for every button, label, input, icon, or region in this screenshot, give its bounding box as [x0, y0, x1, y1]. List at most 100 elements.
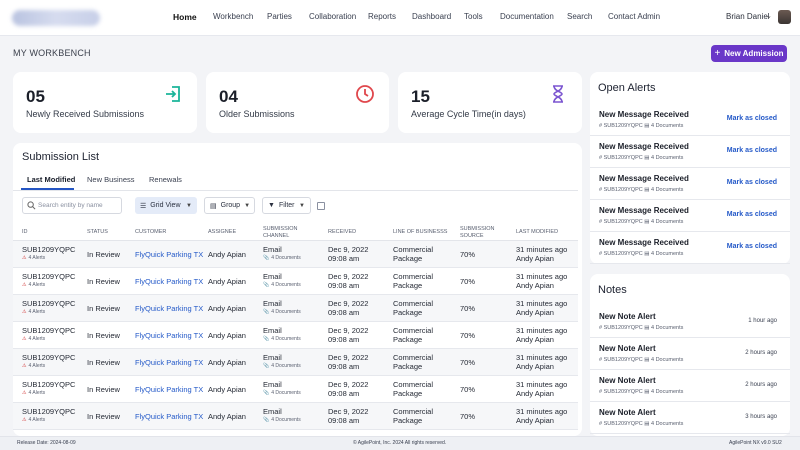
chevron-down-icon[interactable]: ⌄	[766, 12, 772, 20]
mark-as-closed-button[interactable]: Mark as closed	[727, 243, 777, 250]
bell-icon: ⚠	[22, 255, 27, 261]
nav-contact-admin[interactable]: Contact Admin	[608, 12, 660, 21]
alert-title: New Message Received	[599, 142, 689, 151]
search-input[interactable]: Search entity by name	[22, 197, 122, 214]
column-header-line-of-business[interactable]: LINE OF BUSINESSS	[393, 229, 447, 236]
note-docs: 4 Documents	[650, 325, 684, 331]
alert-item[interactable]: New Message Received # SUB1209YQPC ▤ 4 Do…	[590, 168, 790, 200]
line-of-business: Commercial	[393, 407, 434, 416]
filter-dropdown[interactable]: ▼ Filter ▼	[262, 197, 311, 214]
customer-link[interactable]: FlyQuick Parking TX	[135, 358, 203, 367]
grid-view-label: Grid View	[150, 202, 181, 209]
nav-documentation[interactable]: Documentation	[500, 12, 554, 21]
nav-reports[interactable]: Reports	[368, 12, 396, 21]
customer-link[interactable]: FlyQuick Parking TX	[135, 412, 203, 421]
tab-last-modified[interactable]: Last Modified	[27, 175, 75, 184]
status: In Review	[87, 304, 120, 313]
note-title: New Note Alert	[599, 376, 656, 385]
last-modified: 31 minutes ago	[516, 353, 568, 362]
customer-link[interactable]: FlyQuick Parking TX	[135, 331, 203, 340]
alert-docs: 4 Documents	[650, 155, 684, 161]
nav-collaboration[interactable]: Collaboration	[309, 12, 356, 21]
line-of-business: Commercial	[393, 245, 434, 254]
received-time: 09:08 am	[328, 308, 360, 317]
nav-home[interactable]: Home	[173, 12, 197, 22]
channel: Email	[263, 407, 282, 416]
table-row[interactable]: SUB1209YQPC ⚠ 4 Alerts In Review FlyQuick Pa…	[13, 268, 578, 295]
alerts-count: ⚠ 4 Alerts	[22, 363, 45, 369]
table-row[interactable]: SUB1209YQPC ⚠ 4 Alerts In Review FlyQuick Pa…	[13, 295, 578, 322]
column-header-last-modified[interactable]: LAST MODIFIED	[516, 229, 558, 236]
note-item[interactable]: New Note Alert # SUB1209YQPC ▤ 4 Document…	[590, 402, 790, 434]
user-name[interactable]: Brian Daniel	[726, 12, 770, 21]
alert-item[interactable]: New Message Received # SUB1209YQPC ▤ 4 Do…	[590, 104, 790, 136]
mark-as-closed-button[interactable]: Mark as closed	[727, 147, 777, 154]
group-dropdown[interactable]: ▤ Group ▼	[204, 197, 255, 214]
column-header-received[interactable]: RECEIVED	[328, 229, 356, 236]
received-date: Dec 9, 2022	[328, 326, 369, 335]
table-row[interactable]: SUB1209YQPC ⚠ 4 Alerts In Review FlyQuick Pa…	[13, 349, 578, 376]
submission-id[interactable]: SUB1209YQPC	[22, 407, 75, 416]
mark-as-closed-button[interactable]: Mark as closed	[727, 179, 777, 186]
submission-source: 70%	[460, 304, 476, 313]
alert-item[interactable]: New Message Received # SUB1209YQPC ▤ 4 Do…	[590, 200, 790, 232]
status: In Review	[87, 412, 120, 421]
customer-link[interactable]: FlyQuick Parking TX	[135, 250, 203, 259]
received-date: Dec 9, 2022	[328, 245, 369, 254]
alert-docs: 4 Documents	[650, 219, 684, 225]
status: In Review	[87, 358, 120, 367]
select-all-checkbox[interactable]	[317, 202, 325, 210]
nav-tools[interactable]: Tools	[464, 12, 483, 21]
alert-title: New Message Received	[599, 110, 689, 119]
note-item[interactable]: New Note Alert # SUB1209YQPC ▤ 4 Document…	[590, 338, 790, 370]
nav-parties[interactable]: Parties	[267, 12, 292, 21]
alert-item[interactable]: New Message Received # SUB1209YQPC ▤ 4 Do…	[590, 232, 790, 264]
note-item[interactable]: New Note Alert # SUB1209YQPC ▤ 4 Document…	[590, 306, 790, 338]
nav-search[interactable]: Search	[567, 12, 592, 21]
group-icon: ▤	[210, 202, 217, 210]
line-of-business: Commercial	[393, 353, 434, 362]
customer-link[interactable]: FlyQuick Parking TX	[135, 277, 203, 286]
channel: Email	[263, 380, 282, 389]
table-row[interactable]: SUB1209YQPC ⚠ 4 Alerts In Review FlyQuick Pa…	[13, 241, 578, 268]
paperclip-icon: 📎	[263, 390, 270, 396]
column-header-assignee[interactable]: ASSIGNEE	[208, 229, 236, 236]
chevron-down-icon: ▼	[186, 202, 192, 209]
submission-id[interactable]: SUB1209YQPC	[22, 326, 75, 335]
column-header-id[interactable]: ID	[22, 229, 28, 236]
alert-docs: 4 Documents	[650, 123, 684, 129]
table-row[interactable]: SUB1209YQPC ⚠ 4 Alerts In Review FlyQuick Pa…	[13, 376, 578, 403]
submission-source: 70%	[460, 385, 476, 394]
table-row[interactable]: SUB1209YQPC ⚠ 4 Alerts In Review FlyQuick Pa…	[13, 403, 578, 430]
line-of-business-sub: Package	[393, 281, 423, 290]
mark-as-closed-button[interactable]: Mark as closed	[727, 211, 777, 218]
logo[interactable]	[12, 10, 100, 26]
column-header-source[interactable]: SUBMISSION SOURCE	[460, 226, 500, 240]
stat-card-cycle-time[interactable]: 15 Average Cycle Time(in days)	[398, 72, 582, 133]
received-time: 09:08 am	[328, 389, 360, 398]
submission-id[interactable]: SUB1209YQPC	[22, 245, 75, 254]
customer-link[interactable]: FlyQuick Parking TX	[135, 304, 203, 313]
tab-new-business[interactable]: New Business	[87, 175, 135, 184]
mark-as-closed-button[interactable]: Mark as closed	[727, 115, 777, 122]
column-header-channel[interactable]: SUBMISSION CHANNEL	[263, 226, 307, 240]
column-header-status[interactable]: STATUS	[87, 229, 108, 236]
submission-id[interactable]: SUB1209YQPC	[22, 299, 75, 308]
tab-renewals[interactable]: Renewals	[149, 175, 182, 184]
note-item[interactable]: New Note Alert # SUB1209YQPC ▤ 4 Document…	[590, 370, 790, 402]
column-header-customer[interactable]: CUSTOMER	[135, 229, 166, 236]
avatar[interactable]	[778, 10, 791, 24]
submission-id[interactable]: SUB1209YQPC	[22, 380, 75, 389]
stat-card-older-submissions[interactable]: 04 Older Submissions	[206, 72, 389, 133]
stat-card-new-submissions[interactable]: 05 Newly Received Submissions	[13, 72, 197, 133]
submission-id[interactable]: SUB1209YQPC	[22, 272, 75, 281]
grid-view-dropdown[interactable]: ☰ Grid View ▼	[135, 197, 197, 214]
new-admission-button[interactable]: + New Admission	[711, 45, 787, 62]
submission-id[interactable]: SUB1209YQPC	[22, 353, 75, 362]
alert-item[interactable]: New Message Received # SUB1209YQPC ▤ 4 Do…	[590, 136, 790, 168]
nav-workbench[interactable]: Workbench	[213, 12, 253, 21]
customer-link[interactable]: FlyQuick Parking TX	[135, 385, 203, 394]
nav-dashboard[interactable]: Dashboard	[412, 12, 451, 21]
document-icon: ▤	[644, 155, 650, 161]
table-row[interactable]: SUB1209YQPC ⚠ 4 Alerts In Review FlyQuick Pa…	[13, 322, 578, 349]
